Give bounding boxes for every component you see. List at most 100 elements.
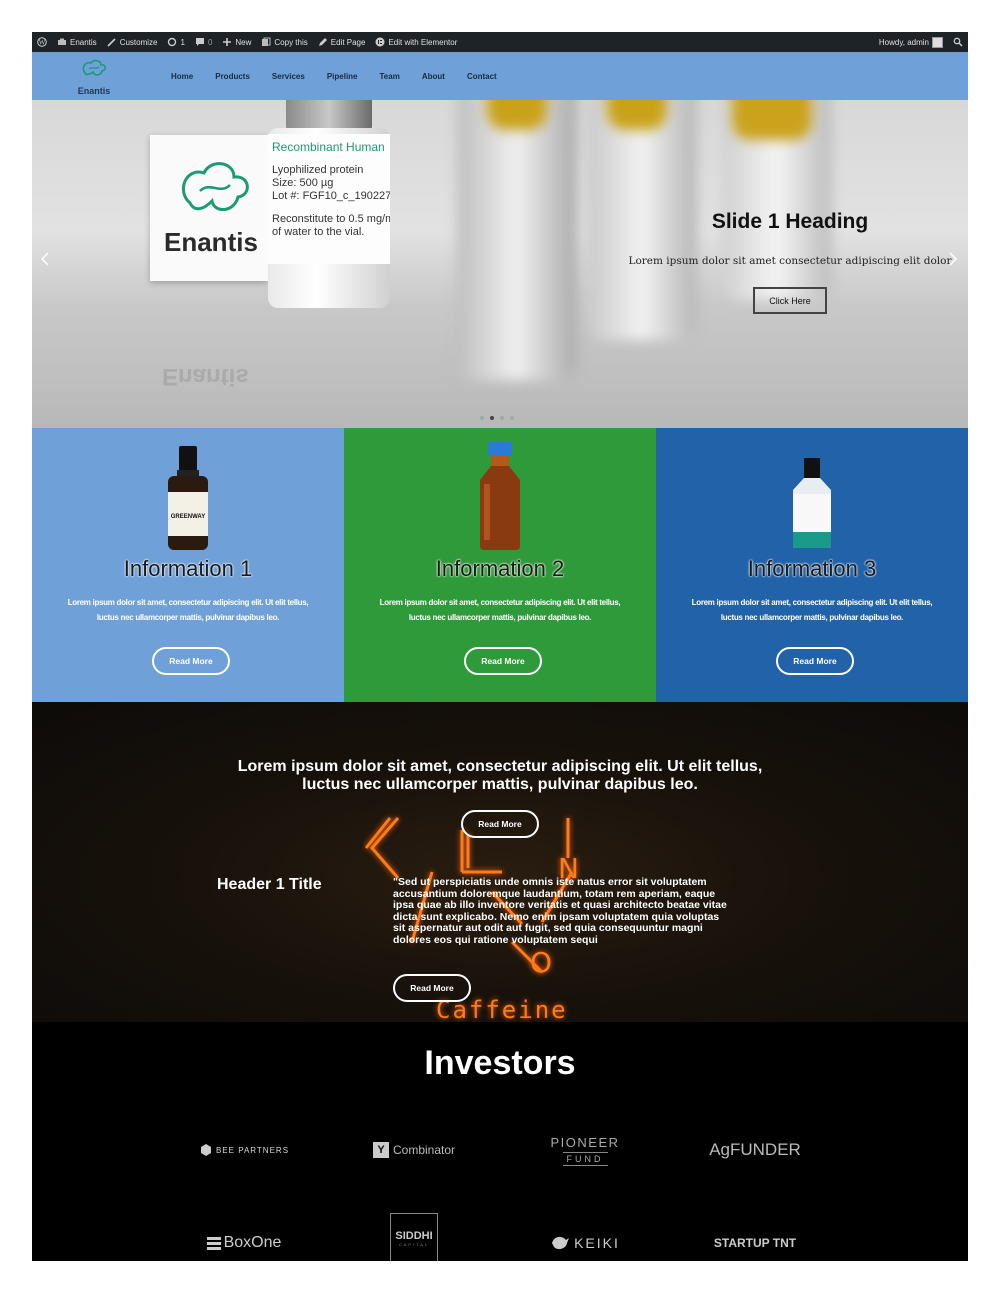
slide-text: Lorem ipsum dolor sit amet consectetur a… xyxy=(628,255,952,267)
copy-label: Copy this xyxy=(274,37,308,47)
read-more-button[interactable]: Read More xyxy=(776,647,854,675)
investors-section: Investors BEE PARTNERS Y Combinator PION… xyxy=(32,1022,968,1261)
product-vial: Recombinant Human Lyophilized protein Si… xyxy=(268,100,390,310)
neon-letter: O xyxy=(530,946,552,979)
reflection-text: Enantis xyxy=(162,363,249,390)
site-logo[interactable]: Enantis xyxy=(74,58,114,96)
siddhi-logo-box: SIDDHI CAPITAL xyxy=(390,1213,438,1261)
vial-label-line: Reconstitute to 0.5 mg/mL xyxy=(272,213,390,225)
info-title: Information 1 xyxy=(123,556,253,581)
investor-logo-y-combinator[interactable]: Y Combinator xyxy=(334,1130,494,1170)
admin-bar: W Enantis Customize 1 0 New Copy this Ed… xyxy=(32,32,968,52)
read-more-button-2[interactable]: Read More xyxy=(393,974,471,1002)
slide-heading: Slide 1 Heading xyxy=(711,210,869,233)
info-column-1: GREENWAY Information 1 Lorem ipsum dolor… xyxy=(32,428,344,702)
nav-products[interactable]: Products xyxy=(215,72,250,81)
home-icon xyxy=(58,38,66,45)
investors-title: Investors xyxy=(424,1044,576,1082)
logo-name: Enantis xyxy=(77,86,111,96)
caffeine-section: N O Caffeine Lorem ipsum dolor sit amet,… xyxy=(32,702,968,1022)
investor-logo-boxone[interactable]: BoxOne xyxy=(164,1223,324,1261)
slider-dot-active[interactable] xyxy=(490,416,494,420)
wordpress-logo-button[interactable]: W xyxy=(32,32,52,52)
brush-icon xyxy=(107,38,116,47)
pencil-icon xyxy=(318,38,327,46)
comments-link[interactable]: 0 xyxy=(190,32,217,52)
nav-contact[interactable]: Contact xyxy=(467,72,497,81)
y-combinator-icon: Y xyxy=(372,1142,389,1158)
site-name: Enantis xyxy=(70,37,97,47)
main-nav: Home Products Services Pipeline Team Abo… xyxy=(160,52,508,100)
site-header: Enantis Home Products Services Pipeline … xyxy=(32,52,968,100)
info-column-3: Information 3 Lorem ipsum dolor sit amet… xyxy=(656,428,968,702)
slider-dot[interactable] xyxy=(480,416,484,420)
info-text: Lorem ipsum dolor sit amet, consectetur … xyxy=(691,598,933,622)
hero-slider: Enantis Recombinant Human Lyophilized pr… xyxy=(32,100,968,428)
slider-dot[interactable] xyxy=(500,416,504,420)
quote-text: "Sed ut perspiciatis unde omnis iste nat… xyxy=(393,876,727,946)
investor-logo-pioneer-fund[interactable]: PIONEER FUND xyxy=(505,1122,665,1178)
copy-icon xyxy=(262,37,271,46)
read-more-button[interactable]: Read More xyxy=(464,647,542,675)
edit-page-link[interactable]: Edit Page xyxy=(313,32,371,52)
background-vial xyxy=(457,100,577,380)
info-column-2: Information 2 Lorem ipsum dolor sit amet… xyxy=(344,428,656,702)
investor-name: STARTUP TNT xyxy=(713,1236,797,1250)
vial-label-line: Lyophilized protein xyxy=(272,164,364,176)
investor-logo-siddhi-capital[interactable]: SIDDHI CAPITAL xyxy=(334,1208,494,1261)
admin-search-button[interactable] xyxy=(948,32,968,52)
updates-link[interactable]: 1 xyxy=(162,32,189,52)
information-section: GREENWAY Information 1 Lorem ipsum dolor… xyxy=(32,428,968,702)
investor-logo-agfunder[interactable]: AgFUNDER xyxy=(675,1130,835,1170)
info-title: Information 2 xyxy=(435,556,565,581)
page: W Enantis Customize 1 0 New Copy this Ed… xyxy=(32,32,968,1261)
investor-logo-keiki[interactable]: KEIKI xyxy=(505,1223,665,1261)
avatar xyxy=(932,36,943,48)
background-vial xyxy=(732,100,812,140)
nav-services[interactable]: Services xyxy=(272,72,305,81)
customize-link[interactable]: Customize xyxy=(102,32,163,52)
amber-bottle-image xyxy=(480,442,520,550)
slider-prev-arrow-icon[interactable] xyxy=(40,252,50,266)
elementor-icon xyxy=(375,37,385,47)
read-more-button[interactable]: Read More xyxy=(152,647,230,675)
investor-name: AgFUNDER xyxy=(709,1140,801,1159)
enantis-logo-icon xyxy=(182,162,249,211)
investor-name: BEE PARTNERS xyxy=(215,1145,290,1155)
vial-label-title: Recombinant Human xyxy=(272,140,385,154)
new-content-link[interactable]: New xyxy=(217,32,256,52)
nav-team[interactable]: Team xyxy=(380,72,400,81)
account-menu[interactable]: Howdy, admin xyxy=(874,32,948,52)
wordpress-icon: W xyxy=(37,37,47,47)
site-name-link[interactable]: Enantis xyxy=(52,32,102,52)
edit-page-label: Edit Page xyxy=(330,37,366,47)
howdy-label: Howdy, admin xyxy=(878,37,929,47)
nav-pipeline[interactable]: Pipeline xyxy=(327,72,358,81)
nav-about[interactable]: About xyxy=(422,72,445,81)
investor-name-sub: FUND xyxy=(562,1151,608,1166)
customize-label: Customize xyxy=(119,37,158,47)
new-label: New xyxy=(235,37,252,47)
investor-name: KEIKI xyxy=(574,1235,620,1251)
product-label-card: Enantis xyxy=(150,135,268,281)
bottle-label: GREENWAY xyxy=(171,514,205,520)
search-icon xyxy=(953,37,963,47)
copy-this-link[interactable]: Copy this xyxy=(256,32,312,52)
slide-click-here-button[interactable]: Click Here xyxy=(753,287,827,314)
investor-logo-startup-tnt[interactable]: STARTUP TNT xyxy=(675,1223,835,1261)
elementor-link[interactable]: Edit with Elementor xyxy=(370,32,462,52)
dark-section-heading: Lorem ipsum dolor sit amet, consectetur … xyxy=(237,758,763,793)
read-more-button[interactable]: Read More xyxy=(461,810,539,838)
info-title: Information 3 xyxy=(747,556,877,581)
slider-dot[interactable] xyxy=(510,416,514,420)
background-vial xyxy=(607,100,667,130)
vial-label-line: Lot #: FGF10_c_190227 xyxy=(272,190,390,202)
bee-icon xyxy=(200,1144,211,1156)
svg-text:W: W xyxy=(39,39,46,47)
nav-home[interactable]: Home xyxy=(171,72,193,81)
investor-logo-bee-partners[interactable]: BEE PARTNERS xyxy=(164,1130,324,1170)
info-text: Lorem ipsum dolor sit amet, consectetur … xyxy=(379,598,621,622)
vial-label-line: Size: 500 µg xyxy=(272,177,334,189)
refresh-icon xyxy=(168,37,177,47)
vial-label: Recombinant Human Lyophilized protein Si… xyxy=(268,134,390,264)
